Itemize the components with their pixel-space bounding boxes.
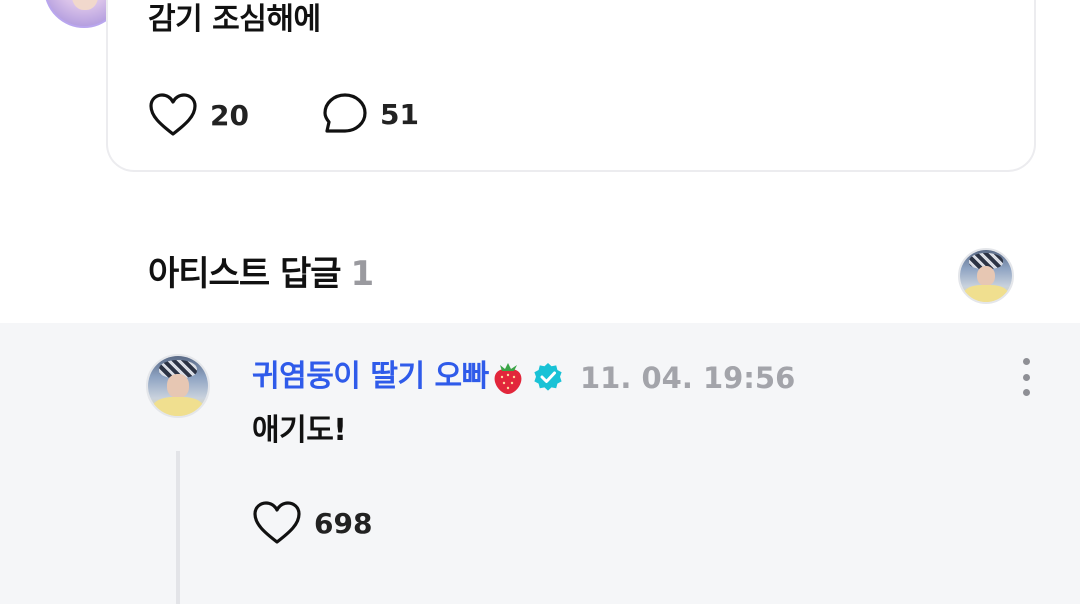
strawberry-icon xyxy=(494,363,522,394)
reply-author-avatar[interactable] xyxy=(146,354,210,418)
post-comment-button[interactable]: 51 xyxy=(322,92,419,136)
artist-avatar-small[interactable] xyxy=(958,248,1014,304)
section-count: 1 xyxy=(350,254,375,294)
post-like-button[interactable]: 20 xyxy=(148,92,249,138)
reply-author-name: 귀염둥이 딸기 오빠 xyxy=(252,359,489,394)
section-title: 아티스트 답글 xyxy=(148,254,342,294)
reply-thread-line xyxy=(176,451,180,604)
post-like-count: 20 xyxy=(210,98,249,132)
speech-bubble-icon xyxy=(323,93,367,133)
more-options-button[interactable] xyxy=(1012,356,1040,398)
post-comment-count: 51 xyxy=(380,97,419,131)
post-detail-screen: 감기 조심해에 20 51 아티스트 답글 1 귀염둥이 딸기 오빠 11. 0… xyxy=(0,0,1080,604)
verified-badge-icon xyxy=(534,363,562,391)
reply-like-button[interactable]: 698 xyxy=(252,500,372,546)
reply-author[interactable]: 귀염둥이 딸기 오빠 xyxy=(252,357,563,397)
reply-like-count: 698 xyxy=(314,506,373,540)
reply-text: 애기도! xyxy=(252,413,347,448)
heart-icon xyxy=(149,93,197,136)
artist-replies-header: 아티스트 답글 1 xyxy=(148,252,375,296)
heart-icon xyxy=(253,501,301,544)
more-vertical-icon xyxy=(1022,358,1030,365)
post-text: 감기 조심해에 xyxy=(148,2,321,37)
reply-timestamp: 11. 04. 19:56 xyxy=(580,361,796,395)
